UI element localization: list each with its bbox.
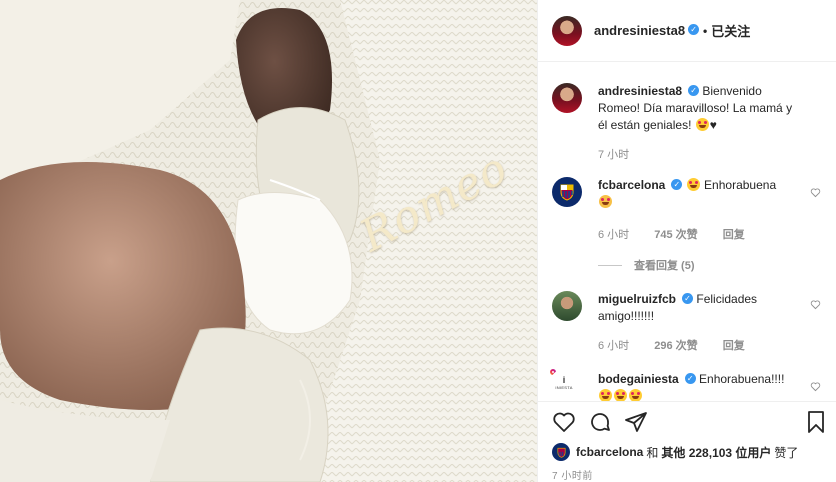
avatar[interactable] bbox=[552, 291, 582, 321]
header-username[interactable]: andresiniesta8 bbox=[594, 23, 685, 38]
caption-username[interactable]: andresiniesta8 bbox=[598, 84, 682, 98]
post-header: andresiniesta8 ✓ • 已关注 bbox=[538, 0, 836, 62]
view-replies-label: 查看回复 (5) bbox=[634, 260, 695, 272]
comment-body: miguelruizfcb ✓ Felicidades amigo!!!!!!! bbox=[598, 291, 803, 325]
post-time[interactable]: 7 小时前 bbox=[552, 467, 593, 482]
story-ring[interactable]: i INIESTA bbox=[550, 369, 578, 397]
heart-eyes-emoji-icon bbox=[686, 178, 700, 191]
fcb-crest-icon bbox=[560, 184, 574, 201]
view-replies-button[interactable]: 查看回复 (5) bbox=[598, 257, 695, 273]
baby-feet-image bbox=[0, 0, 537, 482]
verified-icon: ✓ bbox=[671, 179, 683, 191]
following-button[interactable]: 已关注 bbox=[711, 21, 750, 40]
comment-meta: 6 小时 745 次赞 回复 bbox=[598, 226, 767, 242]
heart-eyes-emoji-icon bbox=[599, 389, 612, 401]
comment-likes[interactable]: 745 次赞 bbox=[654, 229, 697, 241]
likes-summary: fcbarcelona 和 其他 228,103 位用户 赞了 bbox=[552, 443, 798, 461]
share-icon[interactable] bbox=[624, 410, 648, 434]
caption-body: andresiniesta8 ✓ Bienvenido Romeo! Día ma… bbox=[598, 83, 803, 134]
likes-first-user[interactable]: fcbarcelona bbox=[576, 445, 643, 459]
like-heart-icon[interactable] bbox=[552, 410, 576, 434]
avatar[interactable] bbox=[552, 177, 582, 207]
comment-likes[interactable]: 296 次赞 bbox=[654, 340, 697, 352]
separator-dot: • bbox=[703, 23, 708, 38]
comment-time[interactable]: 6 小时 bbox=[598, 229, 629, 241]
like-heart-icon[interactable] bbox=[810, 187, 821, 198]
comment-text: Enhorabuena bbox=[704, 178, 777, 192]
avatar[interactable] bbox=[552, 15, 582, 46]
comment-body: bodegainiesta ✓ Enhorabuena!!!! bbox=[598, 371, 803, 401]
comment-meta: 6 小时 296 次赞 回复 bbox=[598, 337, 767, 353]
divider bbox=[598, 264, 622, 266]
comment-text: Enhorabuena!!!! bbox=[699, 372, 785, 386]
comment-username[interactable]: fcbarcelona bbox=[598, 178, 665, 192]
heart-eyes-emoji-icon bbox=[614, 389, 627, 401]
caption-meta: 7 小时 bbox=[598, 146, 651, 162]
post-photo[interactable]: Romeo bbox=[0, 0, 537, 482]
likes-others[interactable]: 其他 228,103 位用户 bbox=[661, 444, 771, 461]
likes-connector: 和 bbox=[646, 445, 659, 460]
likes-suffix: 赞了 bbox=[774, 445, 799, 460]
verified-icon: ✓ bbox=[688, 85, 700, 97]
avatar-text: INIESTA bbox=[555, 385, 573, 390]
verified-icon: ✓ bbox=[688, 24, 700, 35]
reply-button[interactable]: 回复 bbox=[723, 229, 745, 241]
reply-button[interactable]: 回复 bbox=[723, 340, 745, 352]
heart-eyes-emoji-icon bbox=[695, 118, 709, 131]
comment-icon[interactable] bbox=[588, 410, 612, 434]
heart-eyes-emoji-icon bbox=[629, 389, 642, 401]
avatar[interactable] bbox=[552, 443, 570, 461]
black-heart-icon: ♥ bbox=[709, 118, 717, 132]
verified-icon: ✓ bbox=[684, 373, 696, 385]
raising-hands-emoji-icon bbox=[599, 195, 612, 208]
avatar[interactable] bbox=[552, 83, 582, 113]
comment-username[interactable]: bodegainiesta bbox=[598, 372, 679, 386]
avatar-letter: i bbox=[562, 375, 566, 385]
comments-list[interactable]: andresiniesta8 ✓ Bienvenido Romeo! Día ma… bbox=[538, 63, 836, 401]
comment-username[interactable]: miguelruizfcb bbox=[598, 292, 676, 306]
avatar: i INIESTA bbox=[550, 369, 578, 397]
like-heart-icon[interactable] bbox=[810, 299, 821, 310]
fcb-crest-icon bbox=[557, 447, 565, 458]
caption-time[interactable]: 7 小时 bbox=[598, 149, 629, 161]
comment-body: fcbarcelona ✓ Enhorabuena bbox=[598, 177, 803, 211]
bookmark-icon[interactable] bbox=[804, 410, 828, 434]
comment-time[interactable]: 6 小时 bbox=[598, 340, 629, 352]
post-side-panel: andresiniesta8 ✓ • 已关注 andresiniesta8 ✓ B… bbox=[537, 0, 836, 482]
verified-icon: ✓ bbox=[682, 293, 694, 305]
like-heart-icon[interactable] bbox=[810, 381, 821, 392]
post-actions: fcbarcelona 和 其他 228,103 位用户 赞了 7 小时前 bbox=[538, 401, 836, 482]
